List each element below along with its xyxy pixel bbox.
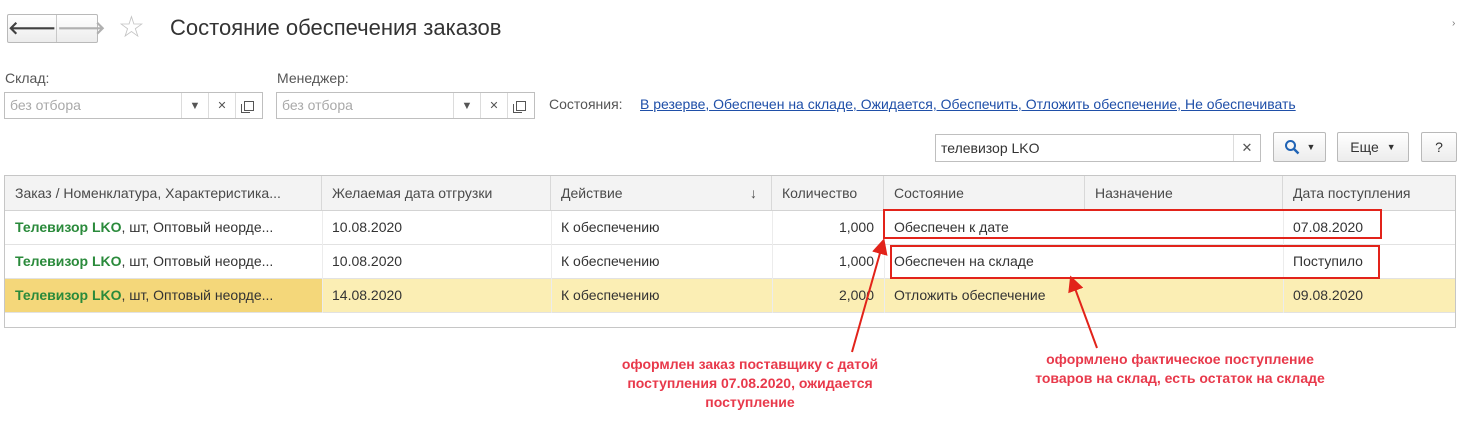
annotation-note-1: оформлен заказ поставщику с датой поступ… (570, 355, 930, 412)
note2-line2: товаров на склад, есть остаток на складе (1035, 370, 1325, 386)
note1-line3: поступление (705, 394, 795, 410)
annotation-note-2: оформлено фактическое поступление товаро… (970, 350, 1390, 388)
note1-line1: оформлен заказ поставщику с датой (621, 356, 879, 372)
arrow-to-box1 (851, 238, 888, 353)
note1-line2: поступления 07.08.2020, ожидается (627, 375, 873, 391)
arrow-to-box2 (1068, 275, 1098, 349)
note2-line1: оформлено фактическое поступление (1046, 351, 1314, 367)
